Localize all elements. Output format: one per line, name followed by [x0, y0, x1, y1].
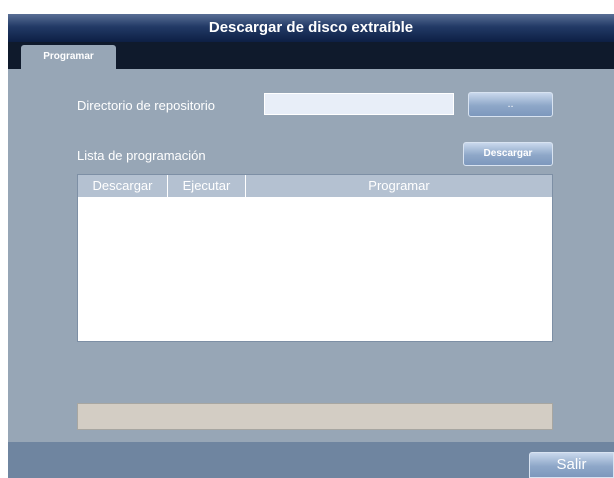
column-header-descargar[interactable]: Descargar	[78, 175, 168, 197]
repository-path-input[interactable]	[264, 93, 454, 115]
browse-button[interactable]: ..	[468, 92, 553, 117]
schedule-table: Descargar Ejecutar Programar	[77, 174, 553, 342]
download-dialog: Descargar de disco extraíble Programar D…	[8, 14, 614, 478]
schedule-list-label: Lista de programación	[77, 148, 206, 163]
column-header-programar[interactable]: Programar	[246, 175, 552, 197]
window-title: Descargar de disco extraíble	[8, 14, 614, 42]
repository-label: Directorio de repositorio	[77, 98, 216, 113]
download-button[interactable]: Descargar	[463, 142, 553, 166]
tab-strip: Programar	[8, 42, 614, 69]
progress-bar	[77, 403, 553, 430]
column-header-ejecutar[interactable]: Ejecutar	[168, 175, 246, 197]
table-header: Descargar Ejecutar Programar	[78, 175, 552, 197]
footer-bar: Salir	[8, 442, 614, 478]
exit-button[interactable]: Salir	[529, 452, 614, 478]
tab-programar[interactable]: Programar	[21, 45, 116, 69]
